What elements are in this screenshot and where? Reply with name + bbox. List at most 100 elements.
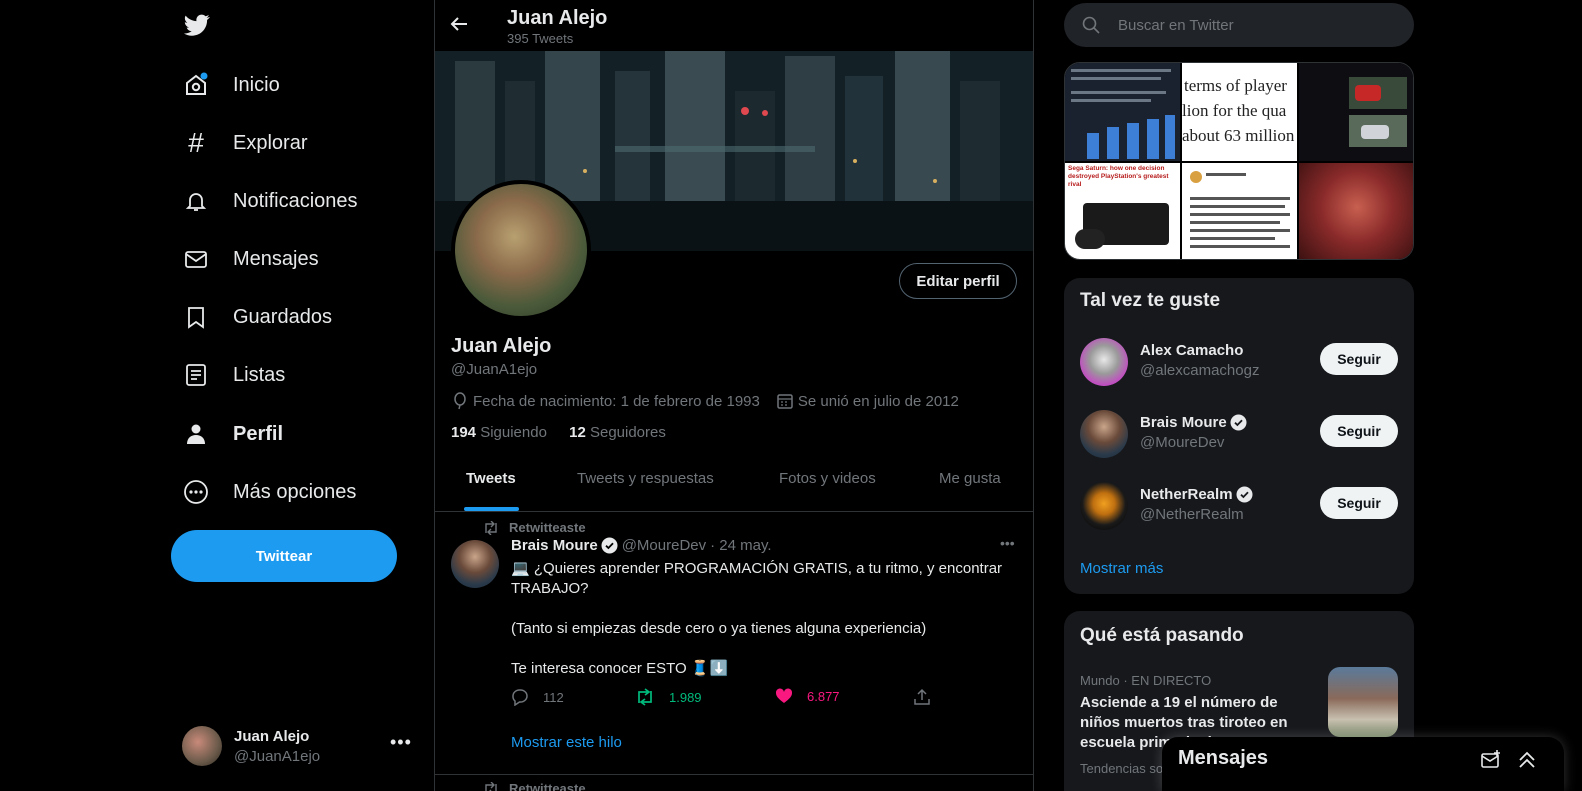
- tweet-button[interactable]: Twittear: [171, 530, 397, 582]
- messages-drawer[interactable]: Mensajes: [1162, 737, 1564, 791]
- avatar: [182, 726, 222, 766]
- media-text: lion for the qua: [1182, 101, 1287, 120]
- who-to-follow-card: Tal vez te guste Alex Camacho @alexcamac…: [1064, 278, 1414, 594]
- envelope-icon: [183, 246, 209, 272]
- nav-item-label: Inicio: [233, 73, 280, 96]
- reply-count: 112: [543, 689, 564, 705]
- verified-badge-icon: [1236, 486, 1253, 503]
- suggestion-name-row: Brais Moure: [1140, 414, 1247, 431]
- new-message-icon[interactable]: [1480, 749, 1502, 771]
- profile-handle: @JuanA1ejo: [451, 361, 538, 378]
- tweet[interactable]: Retwitteaste Brais Moure @MoureDev · 24 …: [435, 512, 1033, 775]
- header-name: Juan Alejo: [507, 7, 608, 29]
- nav-item-guardados[interactable]: Guardados: [183, 297, 332, 337]
- messages-drawer-title: Mensajes: [1178, 747, 1269, 769]
- retweet-label: Retwitteaste: [509, 520, 586, 535]
- tweet-date[interactable]: · 24 may.: [710, 537, 771, 554]
- media-thumbnail[interactable]: [1299, 163, 1413, 259]
- tab-fotos-y-videos[interactable]: Fotos y videos: [779, 470, 876, 487]
- tab-me-gusta[interactable]: Me gusta: [939, 470, 1001, 487]
- retweet-small-icon: [483, 520, 499, 535]
- like-action[interactable]: 6.877: [775, 688, 840, 704]
- nav-item-label: Mensajes: [233, 247, 319, 270]
- twitter-logo-icon[interactable]: [183, 12, 211, 38]
- suggestion-name: Alex Camacho: [1140, 342, 1244, 359]
- nav-item-mas-opciones[interactable]: Más opciones: [183, 472, 356, 512]
- suggestion-handle: @MoureDev: [1140, 434, 1225, 451]
- media-text: terms of player: [1184, 76, 1287, 95]
- retweet-label: Retwitteaste: [509, 781, 586, 791]
- nav-item-label: Notificaciones: [233, 189, 358, 212]
- edit-profile-button[interactable]: Editar perfil: [899, 263, 1017, 299]
- next-retweet-context: Retwitteaste: [483, 781, 586, 791]
- nav-item-label: Explorar: [233, 131, 308, 154]
- home-icon: [183, 72, 209, 98]
- retweet-icon: [635, 688, 655, 706]
- suggestion-row[interactable]: Alex Camacho @alexcamachogz Seguir: [1064, 334, 1414, 406]
- media-text: about 63 million: [1182, 126, 1295, 145]
- search-bar[interactable]: [1064, 3, 1414, 47]
- follow-button[interactable]: Seguir: [1320, 487, 1398, 519]
- profile-avatar[interactable]: [451, 180, 591, 320]
- account-switcher[interactable]: Juan Alejo @JuanA1ejo •••: [182, 726, 412, 770]
- show-more-link[interactable]: Mostrar más: [1080, 560, 1163, 577]
- suggestion-handle: @alexcamachogz: [1140, 362, 1260, 379]
- trend-meta: Mundo · EN DIRECTO: [1080, 673, 1212, 688]
- nav-item-inicio[interactable]: Inicio: [183, 65, 280, 105]
- reply-action[interactable]: 112: [511, 688, 564, 706]
- birthday-text: Fecha de nacimiento: 1 de febrero de 199…: [473, 392, 760, 410]
- suggestion-name: Brais Moure: [1140, 414, 1227, 431]
- following-link[interactable]: 194 Siguiendo: [451, 424, 547, 441]
- more-dots-icon[interactable]: •••: [390, 732, 412, 753]
- reply-icon: [511, 688, 529, 706]
- show-thread-link[interactable]: Mostrar este hilo: [511, 734, 622, 751]
- birthday-row: Fecha de nacimiento: 1 de febrero de 199…: [451, 392, 959, 410]
- share-action[interactable]: [913, 688, 931, 706]
- account-handle: @JuanA1ejo: [234, 748, 321, 765]
- nav-item-listas[interactable]: Listas: [183, 355, 285, 395]
- suggestion-row[interactable]: Brais Moure @MoureDev Seguir: [1064, 406, 1414, 478]
- retweet-context: Retwitteaste: [483, 520, 586, 535]
- tab-tweets-y-respuestas[interactable]: Tweets y respuestas: [577, 470, 714, 487]
- share-icon: [913, 688, 931, 706]
- tweet-author-handle[interactable]: @MoureDev: [622, 537, 706, 554]
- header-tweet-count: 395 Tweets: [507, 31, 574, 46]
- media-thumbnail[interactable]: [1182, 163, 1297, 259]
- tweet-author-avatar[interactable]: [451, 540, 499, 588]
- followers-link[interactable]: 12 Seguidores: [569, 424, 666, 441]
- account-name: Juan Alejo: [234, 728, 310, 745]
- bell-icon: [183, 188, 209, 214]
- back-arrow-icon[interactable]: [449, 14, 469, 34]
- avatar: [1080, 410, 1128, 458]
- nav-item-perfil[interactable]: Perfil: [183, 414, 283, 454]
- suggestion-row[interactable]: NetherRealm @NetherRealm Seguir: [1064, 478, 1414, 550]
- nav-item-explorar[interactable]: # Explorar: [183, 123, 307, 163]
- nav-item-mensajes[interactable]: Mensajes: [183, 239, 319, 279]
- hashtag-icon: #: [188, 127, 204, 158]
- profile-column: Juan Alejo 395 Tweets Editar perfil Juan…: [434, 0, 1034, 791]
- nav-item-label: Más opciones: [233, 480, 357, 503]
- trends-title: Qué está pasando: [1080, 625, 1244, 646]
- media-thumbnail[interactable]: [1299, 63, 1413, 161]
- tweet-header: Brais Moure @MoureDev · 24 may.: [511, 537, 772, 554]
- tweet-author-name[interactable]: Brais Moure: [511, 537, 598, 554]
- tab-tweets[interactable]: Tweets: [466, 470, 516, 487]
- tweet-more-icon[interactable]: •••: [1000, 535, 1015, 551]
- tweet-text-line: 💻 ¿Quieres aprender PROGRAMACIÓN GRATIS,…: [511, 560, 1003, 597]
- chevron-up-double-icon[interactable]: [1516, 749, 1538, 771]
- search-input[interactable]: [1118, 16, 1378, 34]
- media-thumbnail[interactable]: terms of player lion for the qua about 6…: [1182, 63, 1297, 161]
- retweet-action[interactable]: 1.989: [635, 688, 702, 706]
- media-thumbnail[interactable]: [1065, 63, 1180, 161]
- search-icon: [1082, 16, 1100, 34]
- avatar: [1080, 338, 1128, 386]
- nav-item-notificaciones[interactable]: Notificaciones: [183, 181, 358, 221]
- media-thumbnail[interactable]: Sega Saturn: how one decision destroyed …: [1065, 163, 1180, 259]
- like-count: 6.877: [807, 688, 840, 704]
- who-to-follow-title: Tal vez te guste: [1080, 290, 1221, 311]
- tweet-text: 💻 ¿Quieres aprender PROGRAMACIÓN GRATIS,…: [511, 559, 1011, 679]
- profile-name: Juan Alejo: [451, 335, 552, 357]
- follow-button[interactable]: Seguir: [1320, 343, 1398, 375]
- person-icon: [183, 421, 209, 447]
- follow-button[interactable]: Seguir: [1320, 415, 1398, 447]
